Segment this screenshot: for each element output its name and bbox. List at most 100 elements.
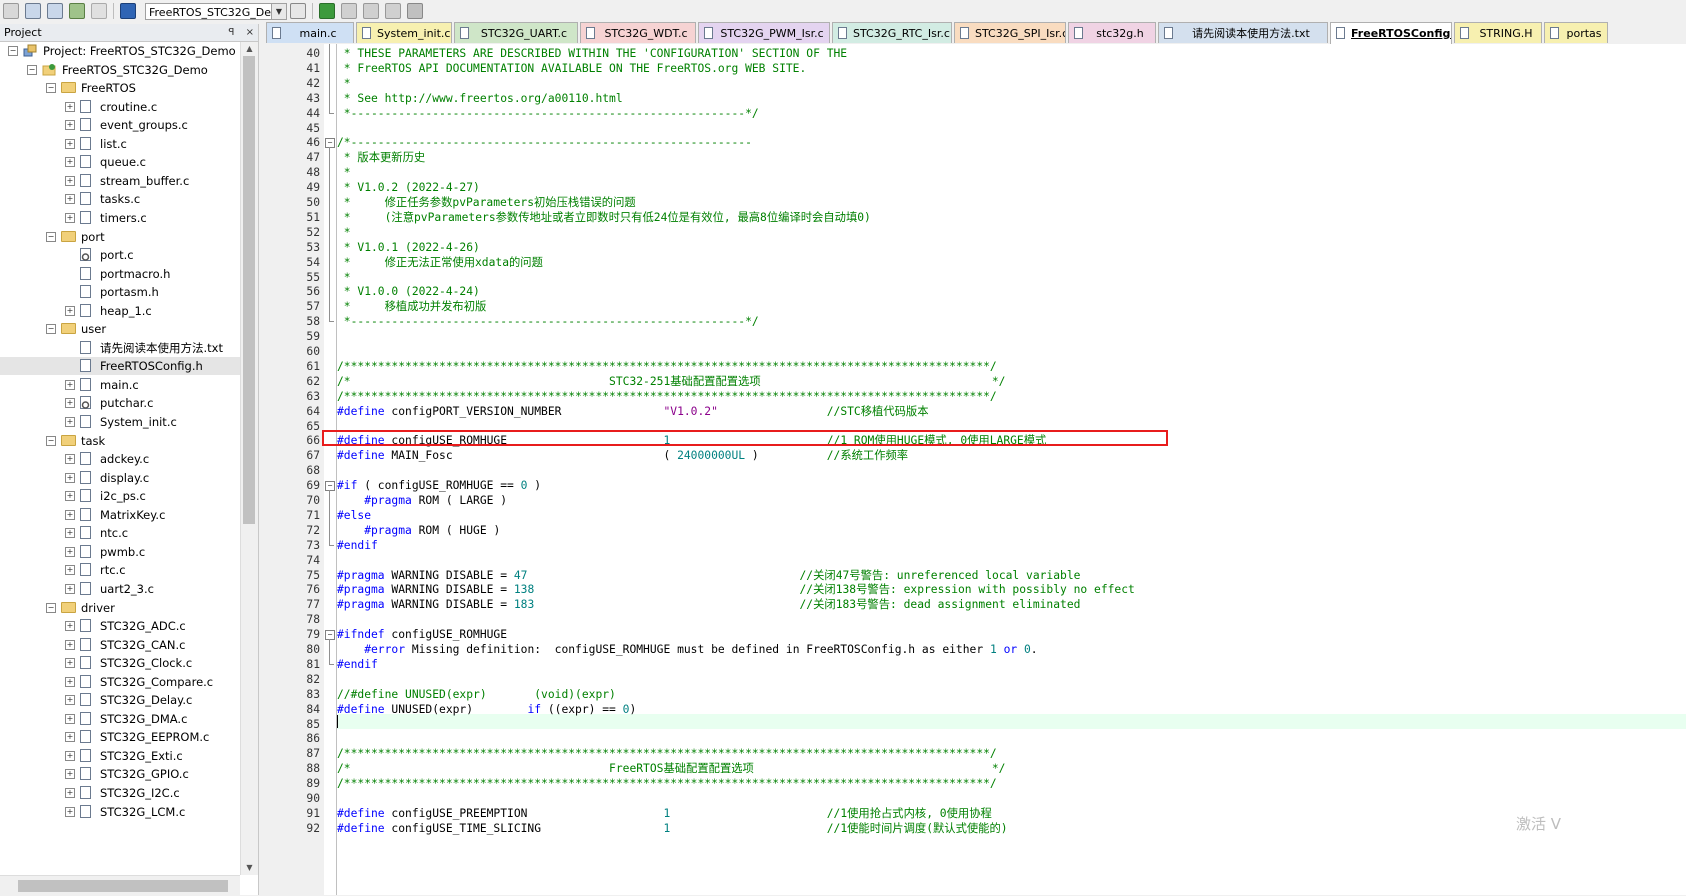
tree-item[interactable]: + STC32G_CAN.c bbox=[0, 636, 240, 654]
expand-icon[interactable]: + bbox=[65, 175, 75, 186]
code-line[interactable]: /***************************************… bbox=[337, 746, 997, 761]
fold-collapse-icon[interactable]: − bbox=[325, 481, 335, 492]
fold-collapse-icon[interactable]: − bbox=[325, 630, 335, 641]
tree-item[interactable]: + STC32G_Exti.c bbox=[0, 747, 240, 765]
code-line[interactable]: #ifndef configUSE_ROMHUGE bbox=[337, 627, 507, 642]
code-line[interactable]: /***************************************… bbox=[337, 389, 997, 404]
code-line[interactable]: //#define UNUSED(expr) (void)(expr) bbox=[337, 687, 616, 702]
tree-item[interactable]: + i2c_ps.c bbox=[0, 487, 240, 505]
expand-icon[interactable]: + bbox=[65, 398, 75, 409]
tree-item[interactable]: 请先阅读本使用方法.txt bbox=[0, 339, 240, 357]
batch-build-icon[interactable] bbox=[69, 3, 85, 19]
code-line[interactable]: #pragma WARNING DISABLE = 138 //关闭138号警告… bbox=[337, 582, 1135, 597]
expand-icon[interactable]: + bbox=[65, 750, 75, 761]
code-line[interactable]: #endif bbox=[337, 657, 378, 672]
tree-item[interactable]: + croutine.c bbox=[0, 98, 240, 116]
tree-item[interactable]: + STC32G_GPIO.c bbox=[0, 765, 240, 783]
code-line[interactable]: #error Missing definition: configUSE_ROM… bbox=[337, 642, 1037, 657]
collapse-icon[interactable]: − bbox=[46, 435, 56, 446]
scrollbar-thumb[interactable] bbox=[243, 56, 255, 524]
expand-icon[interactable]: + bbox=[65, 676, 75, 687]
code-line[interactable]: * 修正任务参数pvParameters初始压栈错误的问题 bbox=[337, 195, 636, 210]
tree-item[interactable]: portasm.h bbox=[0, 283, 240, 301]
code-line[interactable]: #define configUSE_TIME_SLICING 1 //1使能时间… bbox=[337, 821, 1008, 836]
collapse-icon[interactable]: − bbox=[46, 602, 56, 613]
tree-item[interactable]: + STC32G_Clock.c bbox=[0, 654, 240, 672]
expand-icon[interactable]: + bbox=[65, 157, 75, 168]
code-line[interactable]: * V1.0.1 (2022-4-26) bbox=[337, 240, 480, 255]
editor-tab[interactable]: STC32G_SPI_Isr.c bbox=[954, 22, 1066, 43]
code-line[interactable]: /***************************************… bbox=[337, 776, 997, 791]
camera-icon[interactable] bbox=[407, 3, 423, 19]
tree-item[interactable]: + System_init.c bbox=[0, 413, 240, 431]
code-line[interactable]: *---------------------------------------… bbox=[337, 106, 759, 121]
expand-icon[interactable]: + bbox=[65, 565, 75, 576]
editor-tab[interactable]: FreeRTOSConfig.h bbox=[1330, 22, 1452, 44]
code-line[interactable]: * bbox=[337, 76, 351, 91]
tree-item[interactable]: + queue.c bbox=[0, 153, 240, 171]
chevron-down-icon[interactable]: ▼ bbox=[271, 3, 286, 19]
code-line[interactable]: * FreeRTOS API DOCUMENTATION AVAILABLE O… bbox=[337, 61, 807, 76]
tree-item[interactable]: + STC32G_DMA.c bbox=[0, 710, 240, 728]
code-line[interactable]: #define configUSE_PREEMPTION 1 //1使用抢占式内… bbox=[337, 806, 992, 821]
code-line[interactable]: #pragma WARNING DISABLE = 47 //关闭47号警告: … bbox=[337, 568, 1080, 583]
collapse-icon[interactable]: − bbox=[8, 46, 18, 56]
load-icon[interactable] bbox=[120, 3, 136, 19]
scrollbar-thumb[interactable] bbox=[18, 880, 228, 892]
tree-item[interactable]: FreeRTOSConfig.h bbox=[0, 357, 240, 376]
expand-icon[interactable]: + bbox=[65, 732, 75, 743]
scroll-up-icon[interactable]: ▲ bbox=[241, 42, 258, 56]
collapse-icon[interactable]: − bbox=[46, 83, 56, 94]
tree-item[interactable]: − Project: FreeRTOS_STC32G_Demo bbox=[0, 42, 240, 60]
code-line[interactable]: /* STC32-251基础配置配置选项 */ bbox=[337, 374, 1006, 389]
tree-item[interactable]: + STC32G_LCM.c bbox=[0, 803, 240, 821]
code-line[interactable]: #if ( configUSE_ROMHUGE == 0 ) bbox=[337, 478, 541, 493]
code-line[interactable]: /* FreeRTOS基础配置配置选项 */ bbox=[337, 761, 1006, 776]
target-select[interactable]: FreeRTOS_STC32G_Demo ▼ bbox=[145, 2, 287, 20]
collapse-icon[interactable]: − bbox=[46, 324, 56, 335]
tree-item[interactable]: + main.c bbox=[0, 376, 240, 394]
tree-vertical-scrollbar[interactable]: ▲ ▼ bbox=[240, 42, 258, 875]
code-editor[interactable]: 40 41 42 43 44 45 46 47 48 49 50 51 52 53 54 55 56 57 58 59… bbox=[262, 44, 1686, 895]
expand-icon[interactable]: + bbox=[65, 120, 75, 131]
collapse-icon[interactable]: − bbox=[27, 64, 37, 75]
code-line[interactable]: * (注意pvParameters参数传地址或者立即数时只有低24位是有效位, … bbox=[337, 210, 871, 225]
expand-icon[interactable]: + bbox=[65, 509, 75, 520]
download-icon[interactable] bbox=[3, 3, 19, 19]
code-line[interactable]: #pragma ROM ( LARGE ) bbox=[337, 493, 507, 508]
expand-icon[interactable]: + bbox=[65, 621, 75, 632]
code-line[interactable]: * 移植成功并发布初版 bbox=[337, 299, 487, 314]
code-line[interactable]: * bbox=[337, 270, 351, 285]
editor-tab[interactable]: stc32g.h bbox=[1068, 22, 1156, 43]
expand-icon[interactable]: + bbox=[65, 528, 75, 539]
expand-icon[interactable]: + bbox=[65, 769, 75, 780]
code-line[interactable]: *---------------------------------------… bbox=[337, 314, 759, 329]
editor-tab[interactable]: STC32G_UART.c bbox=[454, 22, 578, 43]
pin-icon[interactable]: ꟼ bbox=[228, 27, 234, 38]
tree-item[interactable]: + adckey.c bbox=[0, 450, 240, 468]
expand-icon[interactable]: + bbox=[65, 788, 75, 798]
tree-item[interactable]: + STC32G_ADC.c bbox=[0, 617, 240, 635]
editor-tab[interactable]: STRING.H bbox=[1454, 22, 1542, 43]
editor-tab[interactable]: 请先阅读本使用方法.txt bbox=[1158, 22, 1328, 43]
expand-icon[interactable]: + bbox=[65, 454, 75, 465]
editor-tab[interactable]: STC32G_RTC_Isr.c bbox=[832, 22, 952, 43]
rte-icon[interactable] bbox=[385, 3, 401, 19]
scroll-down-icon[interactable]: ▼ bbox=[241, 861, 258, 875]
code-line[interactable]: #pragma WARNING DISABLE = 183 //关闭183号警告… bbox=[337, 597, 1080, 612]
editor-tab[interactable]: STC32G_WDT.c bbox=[580, 22, 696, 43]
expand-icon[interactable]: + bbox=[65, 194, 75, 205]
expand-icon[interactable]: + bbox=[65, 417, 75, 427]
tree-item[interactable]: + timers.c bbox=[0, 209, 240, 227]
code-line[interactable]: * See http://www.freertos.org/a00110.htm… bbox=[337, 91, 623, 106]
tree-item[interactable]: + tasks.c bbox=[0, 190, 240, 208]
collapse-icon[interactable]: − bbox=[46, 231, 56, 242]
tree-item[interactable]: + uart2_3.c bbox=[0, 580, 240, 598]
code-line[interactable]: * V1.0.0 (2022-4-24) bbox=[337, 284, 480, 299]
tree-horizontal-scrollbar[interactable] bbox=[0, 875, 240, 896]
tree-item[interactable]: + event_groups.c bbox=[0, 116, 240, 134]
code-line[interactable]: * V1.0.2 (2022-4-27) bbox=[337, 180, 480, 195]
manage-components-icon[interactable] bbox=[319, 3, 335, 19]
editor-tab[interactable]: portas bbox=[1544, 22, 1608, 43]
tree-item[interactable]: portmacro.h bbox=[0, 265, 240, 283]
